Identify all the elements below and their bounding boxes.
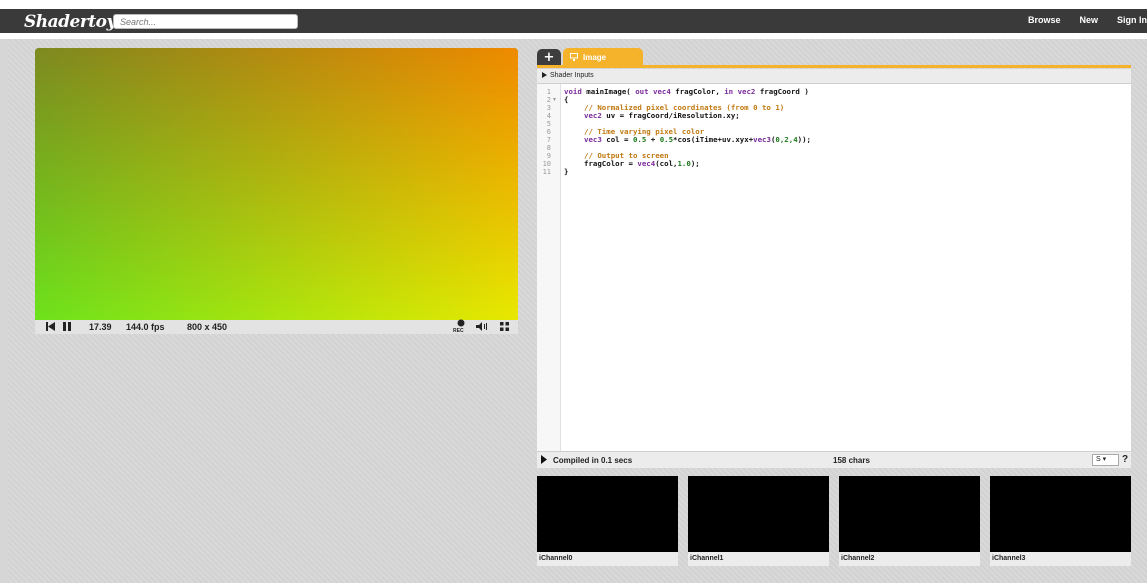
nav-links: Browse New Sign In [1028,15,1147,25]
channel-slot-0[interactable]: iChannel0 [537,476,678,566]
line-number: 2 [546,96,551,104]
line-number: 3 [546,104,551,112]
channel-label: iChannel2 [839,552,980,566]
compile-status: Compiled in 0.1 secs [553,456,633,465]
editor-tabs: + Image [537,48,1131,68]
char-count: 158 chars [833,456,870,465]
help-button[interactable]: ? [1122,454,1128,465]
line-number: 11 [542,168,551,176]
shader-inputs-label: Shader Inputs [550,72,594,79]
line-number: 9 [546,152,551,160]
code-line-1: void mainImage( out vec4 fragColor, in v… [564,87,809,96]
language-select[interactable]: S ▾ [1092,454,1119,466]
tab-underline [537,65,1131,68]
language-select-value: S [1096,456,1101,463]
time-display: 17.39 [89,322,112,332]
line-number: 5 [546,120,551,128]
line-number: 8 [546,144,551,152]
nav-signin-link[interactable]: Sign In [1117,15,1147,25]
nav-browse-link[interactable]: Browse [1028,15,1061,25]
shader-player: 17.39 144.0 fps 800 x 450 REC [35,48,518,334]
channel-label: iChannel3 [990,552,1131,566]
nav-new-link[interactable]: New [1079,15,1098,25]
line-gutter: 1 2 3 4 5 6 7 8 9 10 11 ▾ [537,84,561,451]
channel-slot-3[interactable]: iChannel3 [990,476,1131,566]
resolution-display: 800 x 450 [187,322,228,332]
fold-icon[interactable]: ▾ [553,96,556,103]
fps-display: 144.0 fps [126,322,165,332]
line-number: 10 [542,160,551,168]
code-line-11: } [564,167,569,176]
code-line-4: vec2 uv = fragCoord/iResolution.xy; [584,111,740,120]
compile-play-icon[interactable] [541,455,547,466]
code-line-10: fragColor = vec4(col,1.0); [584,159,700,168]
code-area[interactable]: 1 2 3 4 5 6 7 8 9 10 11 ▾ void mainImage… [537,84,1131,451]
shader-inputs-toggle[interactable]: Shader Inputs [537,69,1131,84]
monitor-icon [570,53,578,63]
rewind-icon[interactable] [46,322,55,333]
line-number: 6 [546,128,551,136]
channel-slot-2[interactable]: iChannel2 [839,476,980,566]
line-number: 1 [546,88,551,96]
search-input[interactable] [113,14,298,29]
volume-icon[interactable] [476,322,487,333]
channel-label: iChannel1 [688,552,829,566]
shader-canvas[interactable] [35,48,518,320]
editor-footer: Compiled in 0.1 secs 158 chars S ▾ ? [537,451,1131,468]
player-controls: 17.39 144.0 fps 800 x 450 REC [35,319,518,334]
rec-label: REC [453,328,464,334]
code-editor-panel: + Image Shader Inputs 1 2 3 4 5 6 7 8 9 … [537,48,1131,468]
channel-label: iChannel0 [537,552,678,566]
channel-slot-1[interactable]: iChannel1 [688,476,829,566]
code-line-7: vec3 col = 0.5 + 0.5*cos(iTime+uv.xyx+ve… [584,135,812,144]
shadertoy-logo[interactable]: Shadertoy [24,12,116,32]
navbar: Shadertoy Browse New Sign In [0,9,1147,33]
line-number: 4 [546,112,551,120]
tab-image-label: Image [583,53,607,62]
canvas-layer-bottom [35,48,518,320]
caret-right-icon [542,72,547,80]
pause-icon[interactable] [63,322,71,333]
fullscreen-icon[interactable] [500,322,509,333]
code-line-2: { [564,95,569,104]
line-number: 7 [546,136,551,144]
